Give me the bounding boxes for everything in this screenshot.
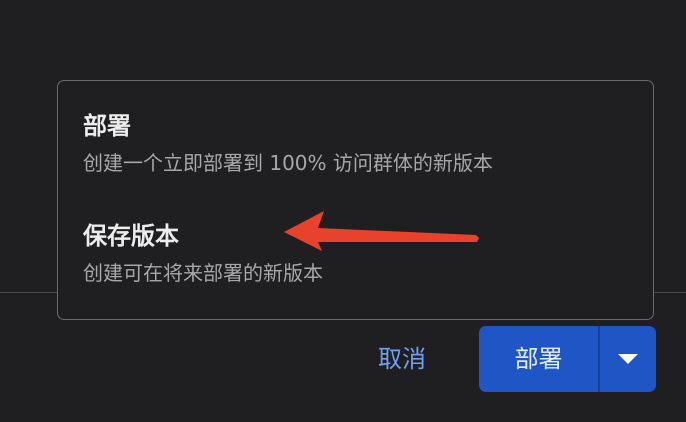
menu-option-save-version-description: 创建可在将来部署的新版本 (83, 261, 323, 285)
deploy-options-dropdown-button[interactable] (600, 326, 656, 392)
deploy-options-menu: 部署 创建一个立即部署到 100% 访问群体的新版本 保存版本 创建可在将来部署… (57, 80, 654, 320)
deploy-split-button: 部署 (479, 326, 656, 392)
menu-option-deploy[interactable]: 部署 创建一个立即部署到 100% 访问群体的新版本 (83, 109, 633, 177)
menu-option-deploy-title: 部署 (83, 112, 131, 140)
cancel-button[interactable]: 取消 (362, 333, 442, 385)
deploy-button[interactable]: 部署 (479, 326, 598, 392)
caret-down-icon (618, 354, 638, 364)
menu-option-deploy-description: 创建一个立即部署到 100% 访问群体的新版本 (83, 151, 493, 175)
red-arrow-icon (284, 211, 479, 251)
